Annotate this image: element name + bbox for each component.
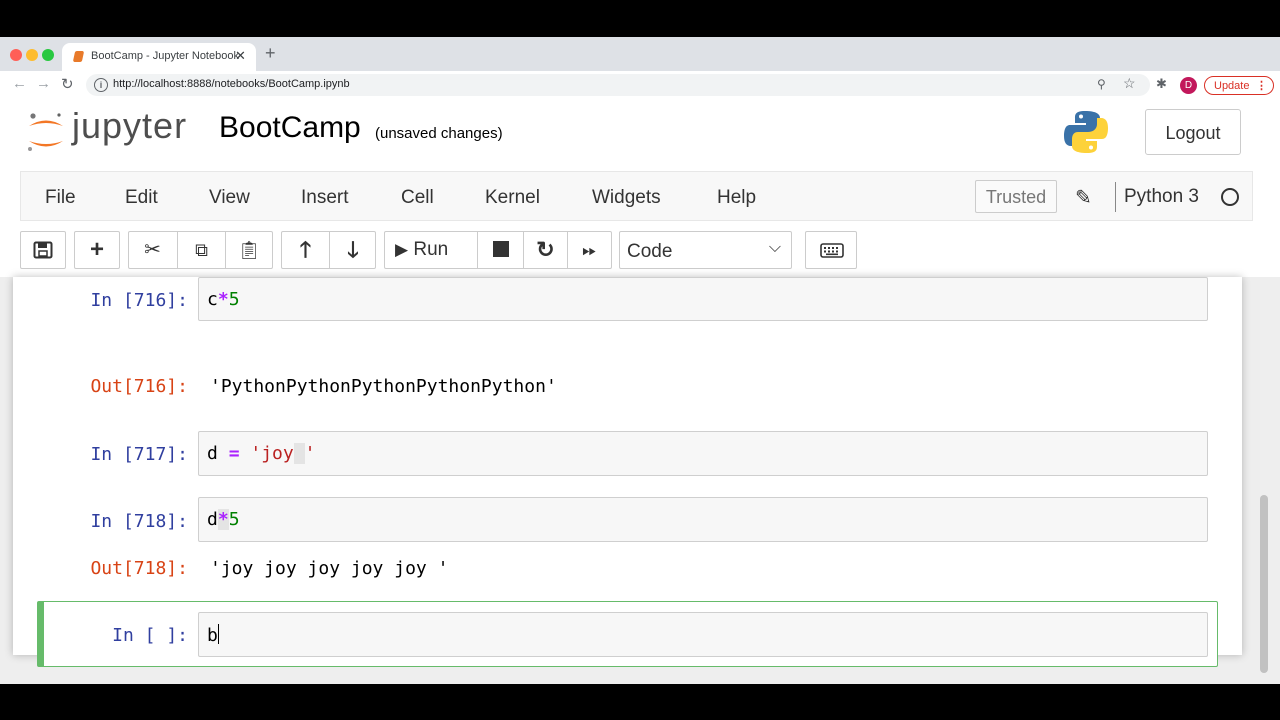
restart-kernel-icon[interactable]: ↻ <box>524 232 567 268</box>
url-bar[interactable]: i http://localhost:8888/notebooks/BootCa… <box>86 74 1150 96</box>
interrupt-stop-icon[interactable] <box>478 232 523 268</box>
cell-code-text: b <box>207 625 218 646</box>
bookmark-star-icon[interactable]: ☆ <box>1123 75 1136 92</box>
reload-icon[interactable]: ↻ <box>61 75 74 93</box>
cell-code: c*5 <box>207 289 240 310</box>
cell-type-value: Code <box>627 241 673 262</box>
close-tab-icon[interactable]: ✕ <box>235 48 246 64</box>
browser-tab[interactable]: BootCamp - Jupyter Notebook ✕ <box>62 43 256 71</box>
cell-code: d*5 <box>207 509 240 530</box>
forward-arrow-icon[interactable]: → <box>36 75 51 92</box>
active-code-cell-input[interactable]: b <box>198 612 1208 657</box>
save-floppy-icon <box>33 241 53 259</box>
cell-code: d = 'joy ' <box>207 443 316 464</box>
output-prompt: Out[718]: <box>90 558 188 579</box>
move-button-group: 🡑 🡓 <box>281 231 376 269</box>
logout-button[interactable]: Logout <box>1145 109 1241 155</box>
url-text[interactable]: http://localhost:8888/notebooks/BootCamp… <box>113 78 350 90</box>
back-arrow-icon[interactable]: ← <box>12 75 27 92</box>
cut-scissors-icon[interactable]: ✂ <box>129 232 176 268</box>
jupyter-favicon-icon <box>72 51 85 62</box>
zoom-icon[interactable]: ⚲ <box>1097 77 1106 91</box>
update-label: Update <box>1214 80 1250 92</box>
keyboard-icon <box>820 243 844 258</box>
trusted-indicator[interactable]: Trusted <box>975 180 1057 213</box>
run-label: Run <box>413 239 449 260</box>
jupyter-logo-icon[interactable] <box>26 111 66 155</box>
save-button[interactable] <box>20 231 66 269</box>
screen: BootCamp - Jupyter Notebook ✕ + ← → ↻ i … <box>0 0 1280 720</box>
chevron-down-icon: ⌵ <box>768 239 781 256</box>
menu-help[interactable]: Help <box>717 187 756 209</box>
input-prompt: In [ ]: <box>112 625 188 646</box>
minimize-window-button[interactable] <box>26 49 38 61</box>
address-bar-row: ← → ↻ i http://localhost:8888/notebooks/… <box>0 71 1280 100</box>
menubar-divider <box>1115 182 1116 212</box>
code-cell-input[interactable]: d*5 <box>198 497 1208 542</box>
menu-view[interactable]: View <box>209 187 250 209</box>
kernel-idle-indicator-icon <box>1221 188 1239 206</box>
cell-code[interactable]: b <box>207 624 219 646</box>
menu-file[interactable]: File <box>45 187 76 209</box>
save-status: (unsaved changes) <box>375 125 503 142</box>
menu-widgets[interactable]: Widgets <box>592 187 661 209</box>
browser-window: BootCamp - Jupyter Notebook ✕ + ← → ↻ i … <box>0 37 1280 684</box>
profile-avatar[interactable]: D <box>1180 77 1197 94</box>
code-cell-input[interactable]: d = 'joy ' <box>198 431 1208 476</box>
code-cell-input[interactable]: c*5 <box>198 277 1208 321</box>
text-cursor <box>217 624 219 644</box>
jupyter-logo-text[interactable]: jupyter <box>72 105 187 147</box>
scrollbar-thumb[interactable] <box>1260 495 1268 673</box>
notebook-toolbar: + ✂ ⧉ 📋︎ 🡑 🡓 ▶ Run ↻ ⏩︎ Code ⌵ <box>0 227 1280 275</box>
command-palette-button[interactable] <box>805 231 857 269</box>
fast-forward-icon[interactable]: ⏩︎ <box>568 232 611 268</box>
move-down-arrow-icon[interactable]: 🡓 <box>330 232 376 268</box>
menu-edit[interactable]: Edit <box>125 187 158 209</box>
input-prompt: In [718]: <box>90 511 188 532</box>
menu-bar: File Edit View Insert Cell Kernel Widget… <box>20 171 1253 221</box>
python-logo-icon <box>1064 111 1108 153</box>
notebook-container: In [716]: c*5 Out[716]: 'PythonPythonPyt… <box>0 277 1280 684</box>
menu-insert[interactable]: Insert <box>301 187 349 209</box>
maximize-window-button[interactable] <box>42 49 54 61</box>
run-button-group: ▶ Run ↻ ⏩︎ <box>384 231 612 269</box>
cell-type-select[interactable]: Code ⌵ <box>619 231 792 269</box>
more-vertical-icon: ⋮ <box>1256 80 1267 92</box>
cell-output: 'joy joy joy joy joy ' <box>210 558 449 579</box>
tab-title: BootCamp - Jupyter Notebook <box>91 50 239 62</box>
cell-output: 'PythonPythonPythonPythonPython' <box>210 376 557 397</box>
run-button[interactable]: ▶ Run <box>395 232 485 268</box>
close-window-button[interactable] <box>10 49 22 61</box>
insert-cell-button[interactable]: + <box>74 231 120 269</box>
extensions-puzzle-icon[interactable]: ✱ <box>1156 76 1167 92</box>
notebook-page: In [716]: c*5 Out[716]: 'PythonPythonPyt… <box>13 277 1242 667</box>
copy-icon[interactable]: ⧉ <box>178 232 225 268</box>
plus-icon: + <box>89 236 104 263</box>
clipboard-button-group: ✂ ⧉ 📋︎ <box>128 231 273 269</box>
input-prompt: In [717]: <box>90 444 188 465</box>
output-prompt: Out[716]: <box>90 376 188 397</box>
update-button[interactable]: Update ⋮ <box>1204 76 1274 95</box>
input-prompt: In [716]: <box>90 290 188 311</box>
new-tab-button[interactable]: + <box>265 43 276 64</box>
menu-kernel[interactable]: Kernel <box>485 187 540 209</box>
menu-cell[interactable]: Cell <box>401 187 434 209</box>
kernel-name[interactable]: Python 3 <box>1124 186 1199 208</box>
play-icon: ▶ <box>395 240 409 259</box>
site-info-icon[interactable]: i <box>94 78 108 92</box>
edit-mode-pencil-icon: ✎ <box>1075 187 1092 209</box>
paste-clipboard-icon[interactable]: 📋︎ <box>226 232 272 268</box>
notebook-name[interactable]: BootCamp <box>219 111 361 145</box>
move-up-arrow-icon[interactable]: 🡑 <box>282 232 329 268</box>
tab-strip: BootCamp - Jupyter Notebook ✕ + <box>0 37 1280 71</box>
